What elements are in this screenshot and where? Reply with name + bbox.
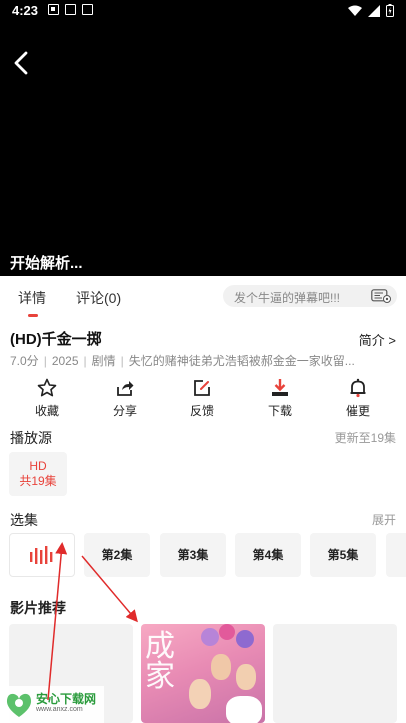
tab-comments[interactable]: 评论(0) <box>76 288 121 308</box>
episode-current[interactable] <box>9 533 75 577</box>
person-figure <box>189 679 211 709</box>
watermark-url: www.anxz.com <box>36 706 83 713</box>
feedback-label: 反馈 <box>189 404 214 418</box>
person-figure <box>226 696 262 723</box>
episode-item[interactable]: 第3集 <box>160 533 226 577</box>
tab-indicator <box>28 314 38 317</box>
system-icons <box>348 4 394 17</box>
expand-episodes-button[interactable]: 展开 <box>372 511 396 528</box>
balloon-decoration <box>201 628 219 646</box>
episode-item-partial[interactable] <box>386 533 406 577</box>
source-update-text: 更新至19集 <box>334 431 396 445</box>
watermark: 安心下载网 www.anxz.com <box>0 686 104 723</box>
battery-icon <box>386 4 394 17</box>
episode-item[interactable]: 第5集 <box>310 533 376 577</box>
episode-section-title: 选集 <box>10 512 38 528</box>
watermark-name: 安心下载网 <box>36 692 97 706</box>
share-label: 分享 <box>112 404 137 418</box>
danmaku-placeholder: 发个牛逼的弹幕吧!!! <box>234 291 341 305</box>
person-figure <box>236 664 256 690</box>
status-bar: 4:23 <box>0 0 406 22</box>
poster-title-text: 成家 <box>145 629 175 694</box>
playing-bars-icon <box>30 546 53 564</box>
balloon-decoration <box>236 630 254 648</box>
favorite-label: 收藏 <box>34 404 59 418</box>
danmaku-input[interactable]: 发个牛逼的弹幕吧!!! <box>223 285 397 307</box>
urge-update-label: 催更 <box>345 404 370 418</box>
movie-meta: 7.0分 | 2025 | 剧情 | 失忆的赌神徒弟尤浩韬被郝金金一家收留... <box>10 354 355 368</box>
share-button[interactable]: 分享 <box>95 378 155 419</box>
download-label: 下载 <box>267 404 292 418</box>
signal-icon <box>368 4 380 17</box>
video-player[interactable]: 4:23 开始解析... <box>0 0 406 276</box>
movie-genre: 剧情 <box>91 354 116 368</box>
episode-item[interactable]: 第2集 <box>84 533 150 577</box>
watermark-logo-icon <box>6 693 32 717</box>
tab-detail[interactable]: 详情 <box>18 288 46 308</box>
notification-icon <box>65 4 76 15</box>
movie-year: 2025 <box>51 354 79 368</box>
movie-score: 7.0分 <box>10 354 39 368</box>
wifi-icon <box>348 5 362 16</box>
action-row: 收藏 分享 反馈 下载 催更 <box>0 378 406 418</box>
episode-item[interactable]: 第4集 <box>235 533 301 577</box>
recommend-card-poster[interactable]: 成家 <box>141 624 265 723</box>
favorite-button[interactable]: 收藏 <box>17 378 77 419</box>
source-count: 共19集 <box>19 474 57 488</box>
movie-title: (HD)千金一掷 <box>10 331 102 348</box>
feedback-button[interactable]: 反馈 <box>172 378 232 419</box>
detail-tabs: 详情 评论(0) 发个牛逼的弹幕吧!!! <box>0 276 406 318</box>
recommend-card[interactable] <box>273 624 397 723</box>
danmaku-toggle-icon[interactable] <box>371 289 391 303</box>
source-section-title: 播放源 <box>10 430 52 446</box>
notification-icon <box>82 4 93 15</box>
download-icon <box>272 379 288 396</box>
edit-icon <box>194 380 210 396</box>
status-time: 4:23 <box>12 3 39 18</box>
back-arrow-icon[interactable] <box>10 50 32 76</box>
source-card-hd[interactable]: HD 共19集 <box>9 452 67 496</box>
notification-icons <box>48 4 93 15</box>
download-button[interactable]: 下载 <box>250 378 310 419</box>
balloon-decoration <box>219 624 235 640</box>
intro-link[interactable]: 简介 > <box>359 330 396 349</box>
bell-icon <box>350 378 366 398</box>
source-name: HD <box>29 459 47 473</box>
share-icon <box>117 381 134 396</box>
person-figure <box>211 654 231 680</box>
star-icon <box>37 378 57 397</box>
recommend-section-title: 影片推荐 <box>10 600 66 616</box>
urge-update-button[interactable]: 催更 <box>328 378 388 419</box>
notification-icon <box>48 4 59 15</box>
movie-synopsis: 失忆的赌神徒弟尤浩韬被郝金金一家收留... <box>128 354 355 368</box>
parse-status-text: 开始解析... <box>10 255 83 272</box>
